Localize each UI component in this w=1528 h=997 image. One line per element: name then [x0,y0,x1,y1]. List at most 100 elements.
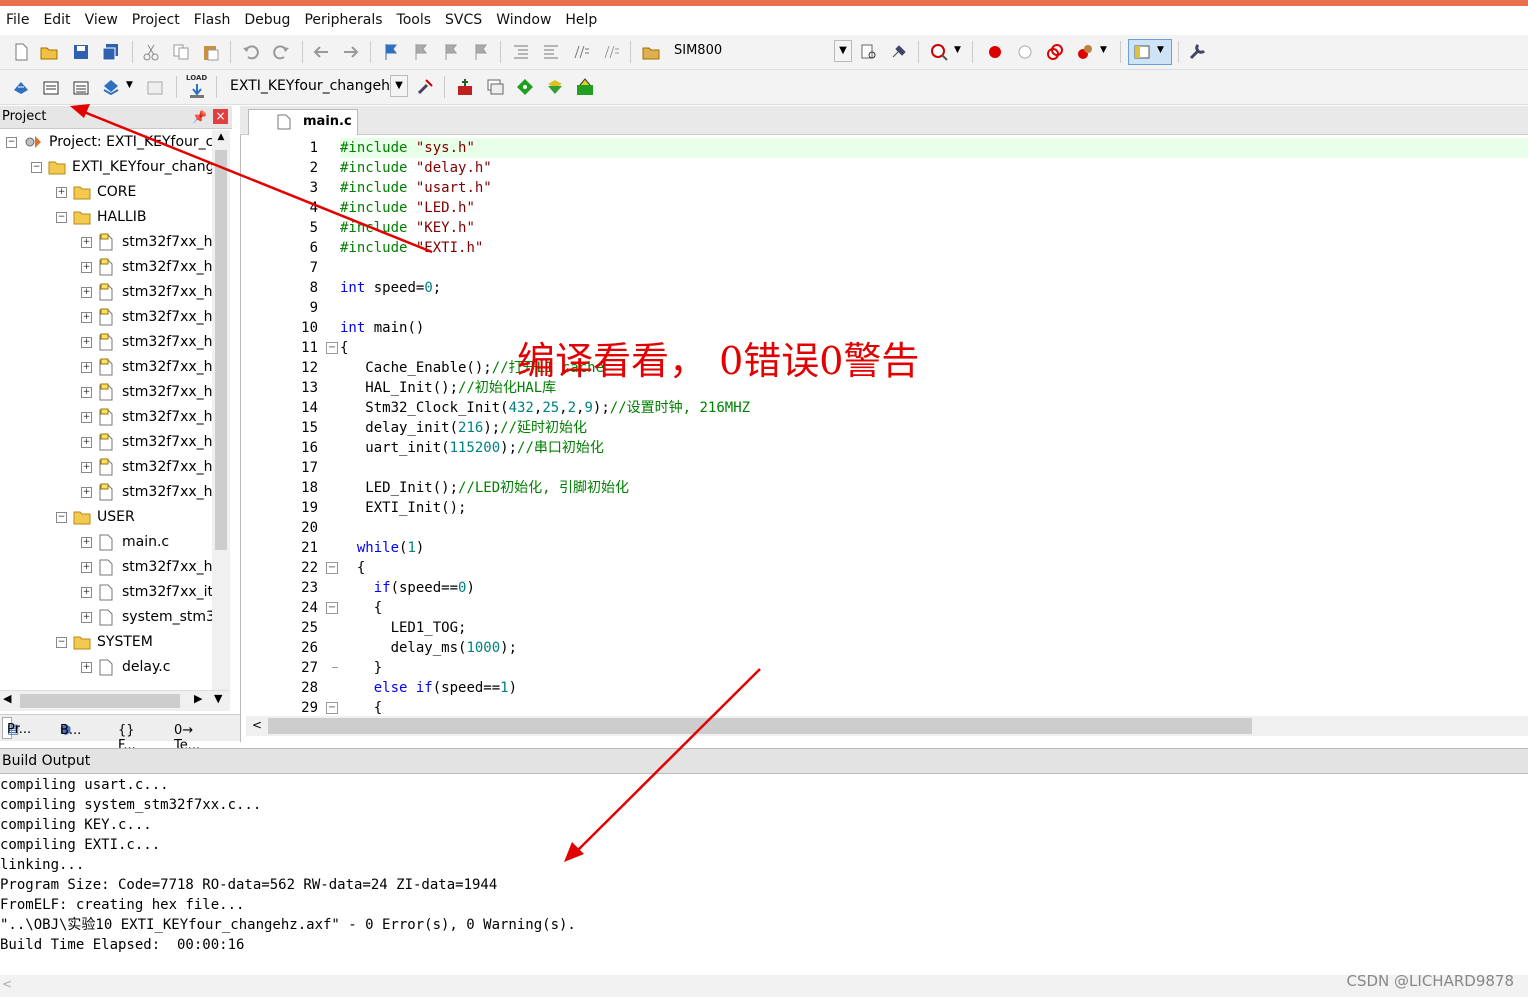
tree-item[interactable]: − HALLIB [56,205,146,230]
code-line[interactable]: { [340,698,1528,718]
undo-icon[interactable] [242,43,260,61]
tree-item[interactable]: + system_stm3 [81,605,212,630]
scroll-up-icon[interactable]: ▲ [214,132,228,146]
configure-icon[interactable] [1188,43,1206,61]
scroll-thumb[interactable] [268,718,1252,734]
tree-item[interactable]: + stm32f7xx_h [81,230,212,255]
tree-item[interactable]: − USER [56,505,135,530]
menu-item-project[interactable]: Project [126,12,188,28]
code-line[interactable]: Stm32_Clock_Init(432,25,2,9);//设置时钟, 216… [340,398,1528,418]
menu-item-edit[interactable]: Edit [37,12,78,28]
code-line[interactable]: else if(speed==1) [340,678,1528,698]
target-select[interactable]: EXTI_KEYfour_changehz ▼ [226,75,408,97]
scroll-down-icon[interactable]: ▼ [214,692,222,705]
expand-icon[interactable]: + [81,386,92,398]
code-line[interactable]: int speed=0; [340,278,1528,298]
window-layout-button[interactable]: ▼ [1128,39,1172,65]
expand-icon[interactable]: + [81,286,92,298]
code-line[interactable] [340,458,1528,478]
tree-item[interactable]: + stm32f7xx_h [81,455,212,480]
breakpoint-icon[interactable] [986,43,1004,61]
code-line[interactable]: #include "delay.h" [340,158,1528,178]
fold-toggle-icon[interactable]: − [326,602,338,614]
tree-item[interactable]: − Project: EXTI_KEYfour_cl [6,130,212,155]
tree-item[interactable]: + stm32f7xx_h [81,280,212,305]
stop-build-icon[interactable] [146,78,164,96]
debug-dropdown-icon[interactable]: ▼ [954,45,961,55]
menu-item-peripherals[interactable]: Peripherals [298,12,390,28]
build-icon[interactable] [42,78,60,96]
kill-breakpoints-icon[interactable] [1076,43,1094,61]
collapse-icon[interactable]: − [56,211,67,223]
breakpoints-dropdown-icon[interactable]: ▼ [1100,45,1107,55]
scroll-thumb[interactable] [215,150,227,550]
expand-icon[interactable]: + [81,461,92,473]
code-line[interactable]: #include "KEY.h" [340,218,1528,238]
menu-item-file[interactable]: File [0,12,37,28]
incremental-find-icon[interactable] [860,43,878,61]
indent-icon[interactable] [512,43,530,61]
tree-item[interactable]: + stm32f7xx_h [81,255,212,280]
tree-item[interactable]: − SYSTEM [56,630,153,655]
save-all-icon[interactable] [102,43,120,61]
code-line[interactable]: uart_init(115200);//串口初始化 [340,438,1528,458]
code-line[interactable]: { [340,558,1528,578]
paste-icon[interactable] [202,43,220,61]
code-line[interactable]: #include "sys.h" [340,138,1528,158]
clear-breakpoints-icon[interactable] [1046,43,1064,61]
navigate-forward-icon[interactable] [342,43,360,61]
redo-icon[interactable] [272,43,290,61]
batch-dropdown-icon[interactable]: ▼ [126,80,133,90]
comment-icon[interactable] [572,43,590,61]
rebuild-icon[interactable] [72,78,90,96]
expand-icon[interactable]: + [81,586,92,598]
editor-horizontal-scrollbar[interactable]: < [246,716,1528,736]
menu-item-flash[interactable]: Flash [188,12,239,28]
expand-icon[interactable]: + [81,236,92,248]
new-file-icon[interactable] [12,43,30,61]
tree-item[interactable]: − EXTI_KEYfour_chang [31,155,212,180]
code-area[interactable]: #include "sys.h" #include "delay.h" #inclu… [340,138,1528,716]
tree-item[interactable]: + stm32f7xx_h [81,305,212,330]
code-line[interactable]: if(speed==0) [340,578,1528,598]
project-tree-horizontal-scrollbar[interactable]: ◀ ▶ ▼ [0,690,230,711]
expand-icon[interactable]: + [81,411,92,423]
scroll-left-icon[interactable]: < [252,718,262,732]
scroll-left-icon[interactable]: < [2,977,12,991]
run-time-environment-icon[interactable] [576,78,594,96]
expand-icon[interactable]: + [81,311,92,323]
fold-toggle-icon[interactable]: − [326,702,338,714]
file-extensions-icon[interactable] [486,78,504,96]
code-line[interactable] [340,258,1528,278]
collapse-icon[interactable]: − [56,511,67,523]
batch-build-icon[interactable] [102,78,120,96]
code-line[interactable] [340,298,1528,318]
pin-icon[interactable]: 📌 [192,106,207,128]
prev-bookmark-icon[interactable] [412,43,430,61]
expand-icon[interactable]: + [81,536,92,548]
menu-item-debug[interactable]: Debug [238,12,298,28]
project-tree-vertical-scrollbar[interactable]: ▲ [212,130,230,690]
code-line[interactable]: LED1_TOG; [340,618,1528,638]
disable-breakpoint-icon[interactable] [1016,43,1034,61]
scroll-thumb[interactable] [20,694,180,708]
translate-icon[interactable] [12,78,30,96]
debug-session-icon[interactable] [930,43,948,61]
next-bookmark-icon[interactable] [442,43,460,61]
pack-installer-icon[interactable] [516,78,534,96]
code-line[interactable]: LED_Init();//LED初始化, 引脚初始化 [340,478,1528,498]
find-icon[interactable] [890,43,908,61]
menu-item-tools[interactable]: Tools [391,12,440,28]
code-line[interactable]: delay_init(216);//延时初始化 [340,418,1528,438]
find-combo[interactable]: SIM800 ▼ [670,40,852,62]
code-line[interactable] [340,518,1528,538]
select-packs-icon[interactable] [546,78,564,96]
code-line[interactable]: #include "EXTI.h" [340,238,1528,258]
expand-icon[interactable]: + [81,486,92,498]
menu-item-view[interactable]: View [79,12,126,28]
editor-tab-main-c[interactable]: main.c [248,109,358,135]
manage-project-items-icon[interactable] [456,78,474,96]
tree-item[interactable]: + delay.c [81,655,170,680]
code-line[interactable]: delay_ms(1000); [340,638,1528,658]
tree-item[interactable]: + stm32f7xx_h [81,380,212,405]
